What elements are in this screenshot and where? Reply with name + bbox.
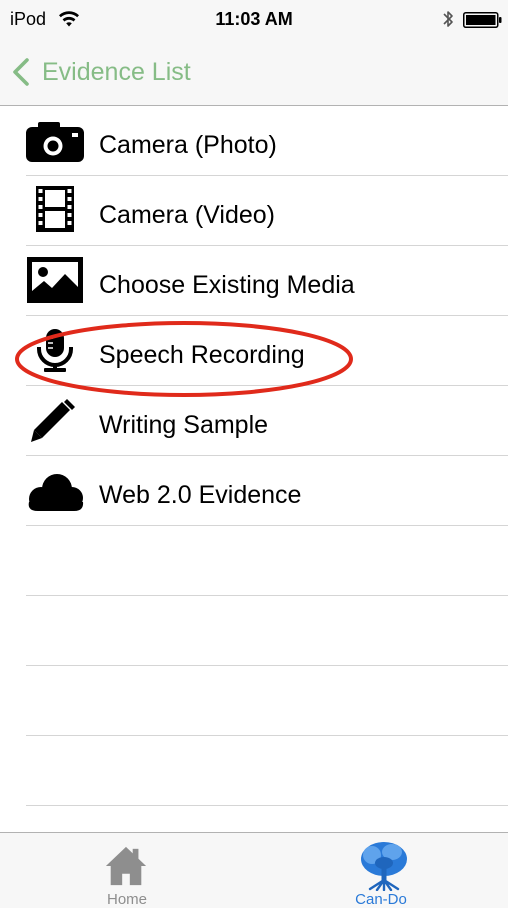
list-item-web-evidence[interactable]: Web 2.0 Evidence (0, 456, 508, 526)
tab-home[interactable]: Home (0, 833, 254, 908)
back-button-label: Evidence List (42, 58, 191, 86)
back-button[interactable]: Evidence List (12, 54, 191, 90)
empty-list-row (0, 736, 508, 806)
list-item-camera-video[interactable]: Camera (Video) (0, 176, 508, 246)
navigation-bar: Evidence List (0, 40, 508, 106)
tab-bar: Home Can-Do (0, 832, 508, 908)
cloud-icon (24, 472, 86, 512)
pencil-icon (24, 398, 86, 442)
film-strip-icon (24, 186, 86, 232)
status-time: 11:03 AM (215, 9, 293, 29)
evidence-type-list: Camera (Photo) Camera (Video) Choose Exi… (0, 106, 508, 806)
screen: iPod 11:03 AM Evidence List Camera (Phot… (0, 0, 508, 908)
empty-list-row (0, 526, 508, 596)
microphone-icon (24, 329, 86, 372)
list-item-writing-sample[interactable]: Writing Sample (0, 386, 508, 456)
image-icon (24, 257, 86, 303)
battery-icon (463, 12, 502, 28)
list-item-speech-recording[interactable]: Speech Recording (0, 316, 508, 386)
list-item-label: Camera (Video) (99, 201, 276, 229)
home-icon (105, 846, 147, 886)
list-item-label: Speech Recording (99, 341, 305, 369)
tab-label: Home (106, 891, 147, 908)
list-item-label: Web 2.0 Evidence (99, 481, 302, 509)
tab-can-do[interactable]: Can-Do (254, 833, 508, 908)
bluetooth-icon (443, 11, 453, 27)
list-item-label: Choose Existing Media (99, 271, 355, 299)
empty-list-row (0, 596, 508, 666)
chevron-left-icon (13, 58, 29, 86)
camera-icon (24, 122, 86, 162)
tab-label: Can-Do (355, 891, 407, 908)
list-item-choose-existing-media[interactable]: Choose Existing Media (0, 246, 508, 316)
list-item-label: Camera (Photo) (99, 131, 277, 159)
status-bar: iPod 11:03 AM (0, 0, 508, 40)
empty-list-row (0, 666, 508, 736)
list-item-label: Writing Sample (99, 411, 269, 439)
tree-icon (361, 842, 407, 891)
list-item-camera-photo[interactable]: Camera (Photo) (0, 106, 508, 176)
